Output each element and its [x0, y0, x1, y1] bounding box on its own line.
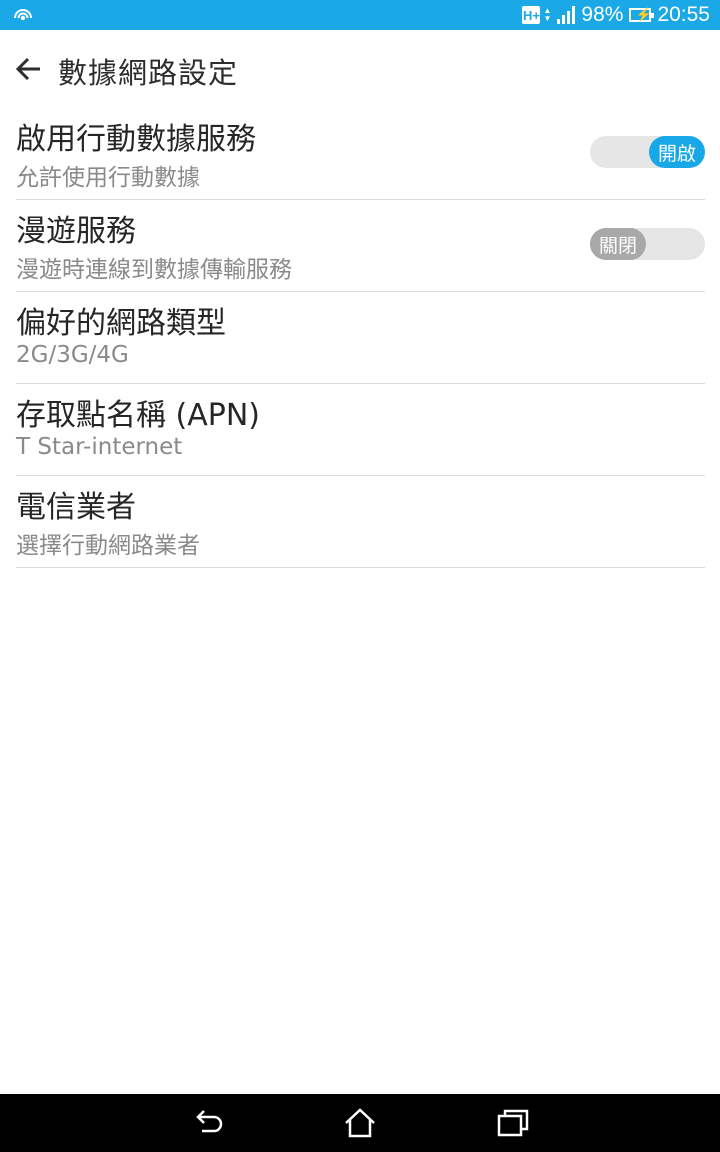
roaming-toggle[interactable]: 關閉: [590, 228, 705, 260]
hplus-network-icon: H+: [522, 6, 541, 24]
battery-charging-icon: ⚡: [629, 7, 655, 22]
wifi-hotspot-icon: [12, 5, 34, 25]
setting-apn[interactable]: 存取點名稱 (APN) T Star-internet: [16, 384, 705, 476]
setting-mobile-data[interactable]: 啟用行動數據服務 允許使用行動數據 開啟: [16, 108, 705, 200]
back-nav-icon[interactable]: [190, 1107, 226, 1139]
arrow-left-icon[interactable]: [12, 52, 46, 86]
status-bar: H+ ▲ ▼ 98% ⚡ 20:55: [0, 0, 720, 30]
setting-summary: 2G/3G/4G: [16, 342, 129, 368]
app-bar: 數據網路設定: [0, 30, 720, 108]
setting-title: 電信業者: [16, 490, 136, 525]
setting-title: 偏好的網路類型: [16, 306, 226, 341]
recents-nav-icon[interactable]: [496, 1107, 532, 1139]
navigation-bar: [0, 1094, 720, 1152]
clock: 20:55: [657, 3, 710, 26]
setting-summary: 允許使用行動數據: [16, 165, 200, 191]
data-activity-icon: ▲ ▼: [543, 6, 552, 23]
page-title: 數據網路設定: [58, 56, 239, 90]
setting-summary: T Star-internet: [16, 434, 183, 460]
setting-summary: 漫遊時連線到數據傳輸服務: [16, 257, 292, 283]
setting-summary: 選擇行動網路業者: [16, 533, 200, 559]
setting-title: 啟用行動數據服務: [16, 122, 256, 157]
home-nav-icon[interactable]: [342, 1107, 378, 1139]
battery-percent: 98%: [581, 3, 624, 26]
setting-roaming[interactable]: 漫遊服務 漫遊時連線到數據傳輸服務 關閉: [16, 200, 705, 292]
status-icons: H+ ▲ ▼ 98% ⚡ 20:55: [522, 0, 710, 30]
setting-carrier[interactable]: 電信業者 選擇行動網路業者: [16, 476, 705, 568]
setting-preferred-network[interactable]: 偏好的網路類型 2G/3G/4G: [16, 292, 705, 384]
setting-title: 漫遊服務: [16, 214, 136, 249]
mobile-data-toggle[interactable]: 開啟: [590, 136, 705, 168]
settings-list: 啟用行動數據服務 允許使用行動數據 開啟 漫遊服務 漫遊時連線到數據傳輸服務 關…: [16, 108, 705, 568]
toggle-off-label: 關閉: [590, 228, 646, 260]
setting-title: 存取點名稱 (APN): [16, 398, 260, 433]
toggle-on-label: 開啟: [649, 136, 705, 168]
signal-strength-icon: [557, 6, 576, 24]
